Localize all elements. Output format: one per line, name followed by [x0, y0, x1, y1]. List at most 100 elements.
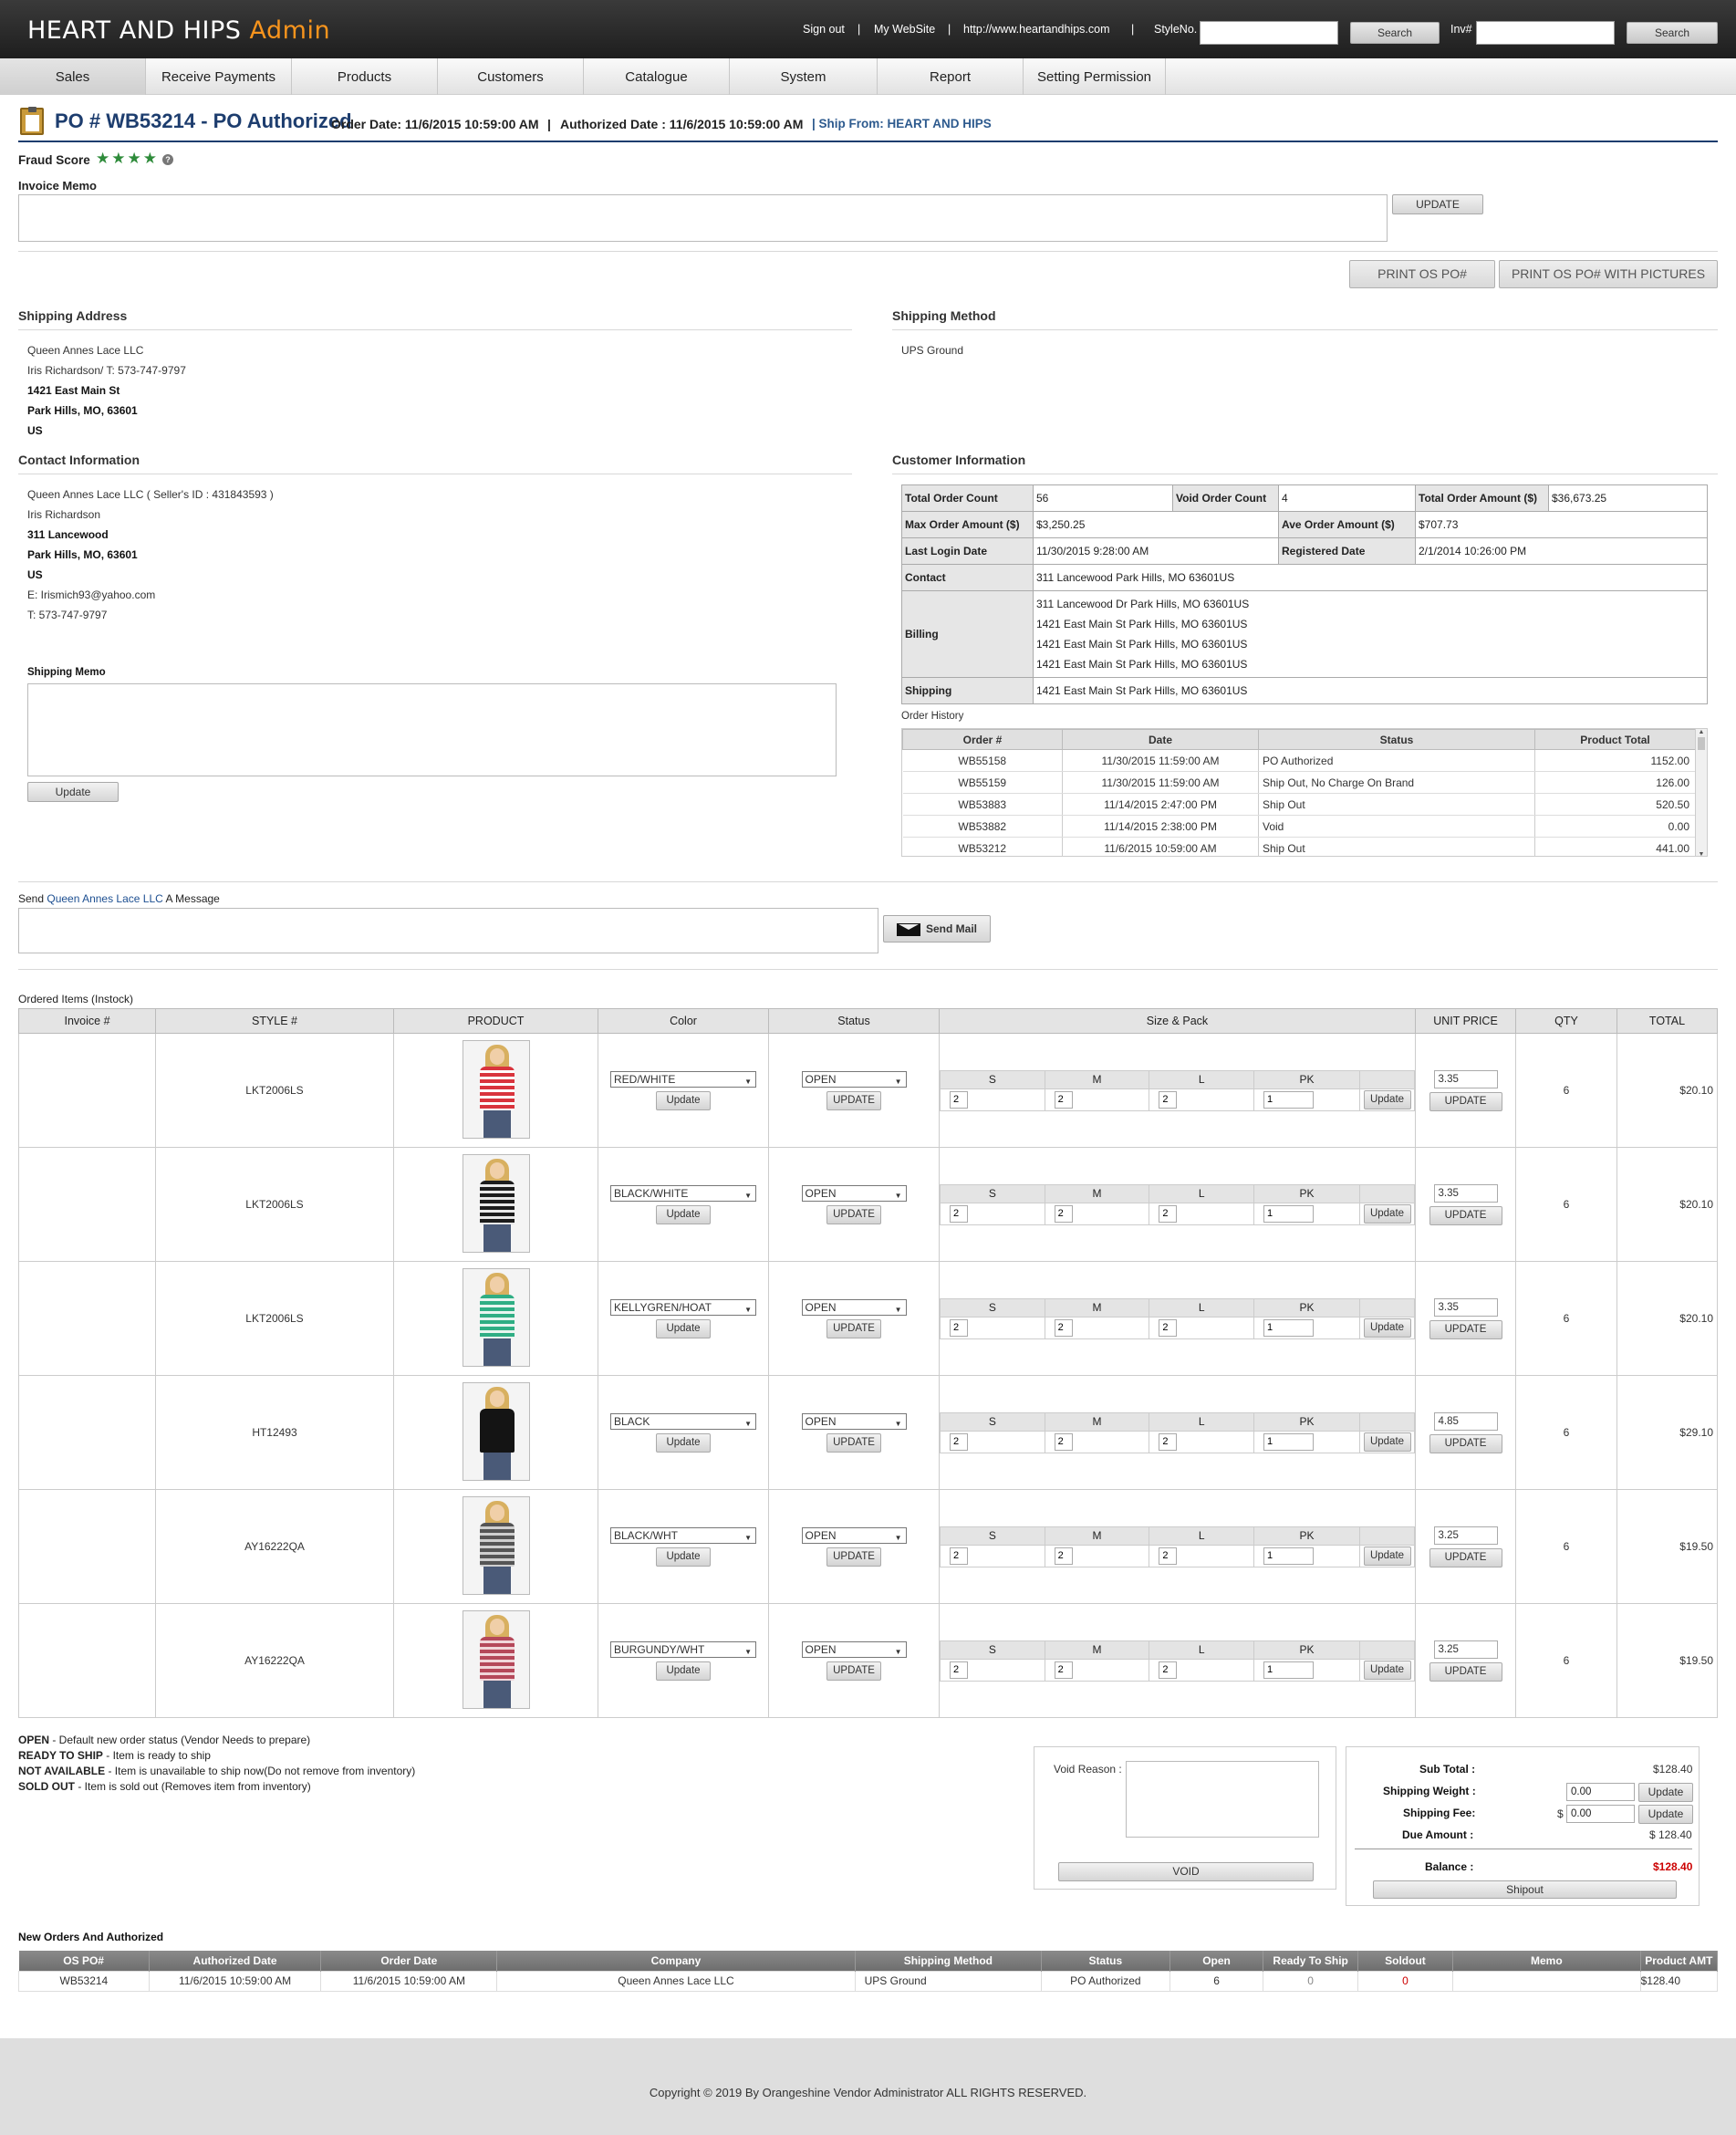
- size-l-input[interactable]: [1159, 1661, 1178, 1679]
- size-m-input[interactable]: [1054, 1547, 1073, 1565]
- product-image[interactable]: [462, 1609, 530, 1709]
- color-update-button[interactable]: Update: [656, 1661, 711, 1681]
- size-s-input[interactable]: [950, 1090, 968, 1109]
- scroll-down-icon[interactable]: ▼: [1696, 851, 1707, 856]
- color-update-button[interactable]: Update: [656, 1204, 711, 1224]
- product-image[interactable]: [462, 1267, 530, 1367]
- nav-customers[interactable]: Customers: [438, 58, 584, 95]
- style-no-input[interactable]: [1200, 21, 1338, 45]
- product-image[interactable]: [462, 1495, 530, 1595]
- size-l-input[interactable]: [1159, 1432, 1178, 1451]
- nav-sales[interactable]: Sales: [0, 58, 146, 95]
- size-m-input[interactable]: [1054, 1318, 1073, 1337]
- message-input[interactable]: [18, 908, 878, 953]
- shipping-memo-input[interactable]: [27, 683, 837, 776]
- scroll-up-icon[interactable]: ▲: [1696, 729, 1707, 735]
- status-update-button[interactable]: UPDATE: [826, 1318, 881, 1338]
- send-mail-button[interactable]: Send Mail: [883, 915, 991, 943]
- size-m-input[interactable]: [1054, 1432, 1073, 1451]
- size-update-button[interactable]: Update: [1363, 1317, 1411, 1338]
- history-row[interactable]: WB53882 11/14/2015 2:38:00 PM Void 0.00: [902, 815, 1696, 838]
- history-row[interactable]: WB53212 11/6/2015 10:59:00 AM Ship Out 441.…: [902, 837, 1696, 856]
- nav-catalogue[interactable]: Catalogue: [584, 58, 730, 95]
- product-image[interactable]: [462, 1153, 530, 1253]
- size-s-input[interactable]: [950, 1432, 968, 1451]
- size-l-input[interactable]: [1159, 1318, 1178, 1337]
- sign-out-link[interactable]: Sign out: [803, 23, 845, 36]
- size-m-input[interactable]: [1054, 1090, 1073, 1109]
- status-select[interactable]: OPEN: [801, 1412, 907, 1432]
- color-select[interactable]: BURGUNDY/WHT: [610, 1640, 756, 1660]
- site-url-link[interactable]: http://www.heartandhips.com: [963, 23, 1110, 36]
- my-website-link[interactable]: My WebSite: [874, 23, 935, 36]
- pack-input[interactable]: [1263, 1547, 1315, 1565]
- status-update-button[interactable]: UPDATE: [826, 1432, 881, 1453]
- void-reason-input[interactable]: [1126, 1761, 1319, 1838]
- status-select[interactable]: OPEN: [801, 1184, 907, 1203]
- unit-price-input[interactable]: 3.25: [1433, 1526, 1498, 1545]
- scrollbar[interactable]: ▲ ▼: [1695, 729, 1707, 856]
- invoice-memo-input[interactable]: [18, 194, 1388, 242]
- color-select[interactable]: KELLYGREN/HOAT: [610, 1298, 756, 1317]
- color-update-button[interactable]: Update: [656, 1090, 711, 1110]
- price-update-button[interactable]: UPDATE: [1429, 1433, 1502, 1453]
- unit-price-input[interactable]: 3.35: [1433, 1297, 1498, 1317]
- invoice-memo-update-button[interactable]: UPDATE: [1392, 194, 1483, 214]
- price-update-button[interactable]: UPDATE: [1429, 1319, 1502, 1339]
- history-row[interactable]: WB55159 11/30/2015 11:59:00 AM Ship Out, N…: [902, 771, 1696, 794]
- print-po-button[interactable]: PRINT OS PO#: [1349, 260, 1495, 288]
- status-select[interactable]: OPEN: [801, 1070, 907, 1089]
- brand-logo[interactable]: HEART AND HIPS Admin: [27, 16, 330, 45]
- size-update-button[interactable]: Update: [1363, 1546, 1411, 1566]
- shipping-fee-update-button[interactable]: Update: [1638, 1805, 1693, 1824]
- pack-input[interactable]: [1263, 1318, 1315, 1337]
- size-update-button[interactable]: Update: [1363, 1660, 1411, 1680]
- product-image[interactable]: [462, 1381, 530, 1481]
- shipping-fee-input[interactable]: 0.00: [1566, 1805, 1635, 1823]
- price-update-button[interactable]: UPDATE: [1429, 1091, 1502, 1111]
- print-po-pictures-button[interactable]: PRINT OS PO# WITH PICTURES: [1499, 260, 1718, 288]
- inv-input[interactable]: [1476, 21, 1615, 45]
- style-search-button[interactable]: Search: [1350, 22, 1440, 44]
- nav-system[interactable]: System: [730, 58, 878, 95]
- status-update-button[interactable]: UPDATE: [826, 1090, 881, 1110]
- nav-report[interactable]: Report: [878, 58, 1024, 95]
- pack-input[interactable]: [1263, 1432, 1315, 1451]
- color-select[interactable]: BLACK/WHT: [610, 1526, 756, 1546]
- void-button[interactable]: VOID: [1058, 1862, 1314, 1881]
- status-update-button[interactable]: UPDATE: [826, 1204, 881, 1224]
- size-l-input[interactable]: [1159, 1547, 1178, 1565]
- size-s-input[interactable]: [950, 1547, 968, 1565]
- nav-products[interactable]: Products: [292, 58, 438, 95]
- size-s-input[interactable]: [950, 1661, 968, 1679]
- history-row[interactable]: WB53883 11/14/2015 2:47:00 PM Ship Out 520.…: [902, 793, 1696, 816]
- pack-input[interactable]: [1263, 1204, 1315, 1223]
- pack-input[interactable]: [1263, 1661, 1315, 1679]
- color-update-button[interactable]: Update: [656, 1547, 711, 1567]
- size-l-input[interactable]: [1159, 1090, 1178, 1109]
- shipping-weight-update-button[interactable]: Update: [1638, 1783, 1693, 1802]
- unit-price-input[interactable]: 4.85: [1433, 1411, 1498, 1431]
- status-update-button[interactable]: UPDATE: [826, 1661, 881, 1681]
- color-select[interactable]: BLACK/WHITE: [610, 1184, 756, 1203]
- nav-setting-permission[interactable]: Setting Permission: [1024, 58, 1166, 95]
- status-select[interactable]: OPEN: [801, 1298, 907, 1317]
- size-s-input[interactable]: [950, 1318, 968, 1337]
- nav-receive-payments[interactable]: Receive Payments: [146, 58, 292, 95]
- help-icon[interactable]: ?: [162, 154, 173, 165]
- status-update-button[interactable]: UPDATE: [826, 1547, 881, 1567]
- color-update-button[interactable]: Update: [656, 1318, 711, 1338]
- product-image[interactable]: [462, 1039, 530, 1139]
- unit-price-input[interactable]: 3.35: [1433, 1183, 1498, 1203]
- color-update-button[interactable]: Update: [656, 1432, 711, 1453]
- history-row[interactable]: WB55158 11/30/2015 11:59:00 AM PO Authoriz…: [902, 749, 1696, 772]
- shipout-button[interactable]: Shipout: [1373, 1880, 1677, 1899]
- status-select[interactable]: OPEN: [801, 1526, 907, 1546]
- order-history-scroll[interactable]: Order # Date Status Product Total WB55158 11…: [901, 728, 1708, 857]
- price-update-button[interactable]: UPDATE: [1429, 1547, 1502, 1567]
- shipping-memo-update-button[interactable]: Update: [27, 782, 119, 802]
- inv-search-button[interactable]: Search: [1627, 22, 1718, 44]
- price-update-button[interactable]: UPDATE: [1429, 1661, 1502, 1682]
- new-order-row[interactable]: WB53214 11/6/2015 10:59:00 AM 11/6/2015 …: [18, 1970, 1719, 1992]
- size-m-input[interactable]: [1054, 1661, 1073, 1679]
